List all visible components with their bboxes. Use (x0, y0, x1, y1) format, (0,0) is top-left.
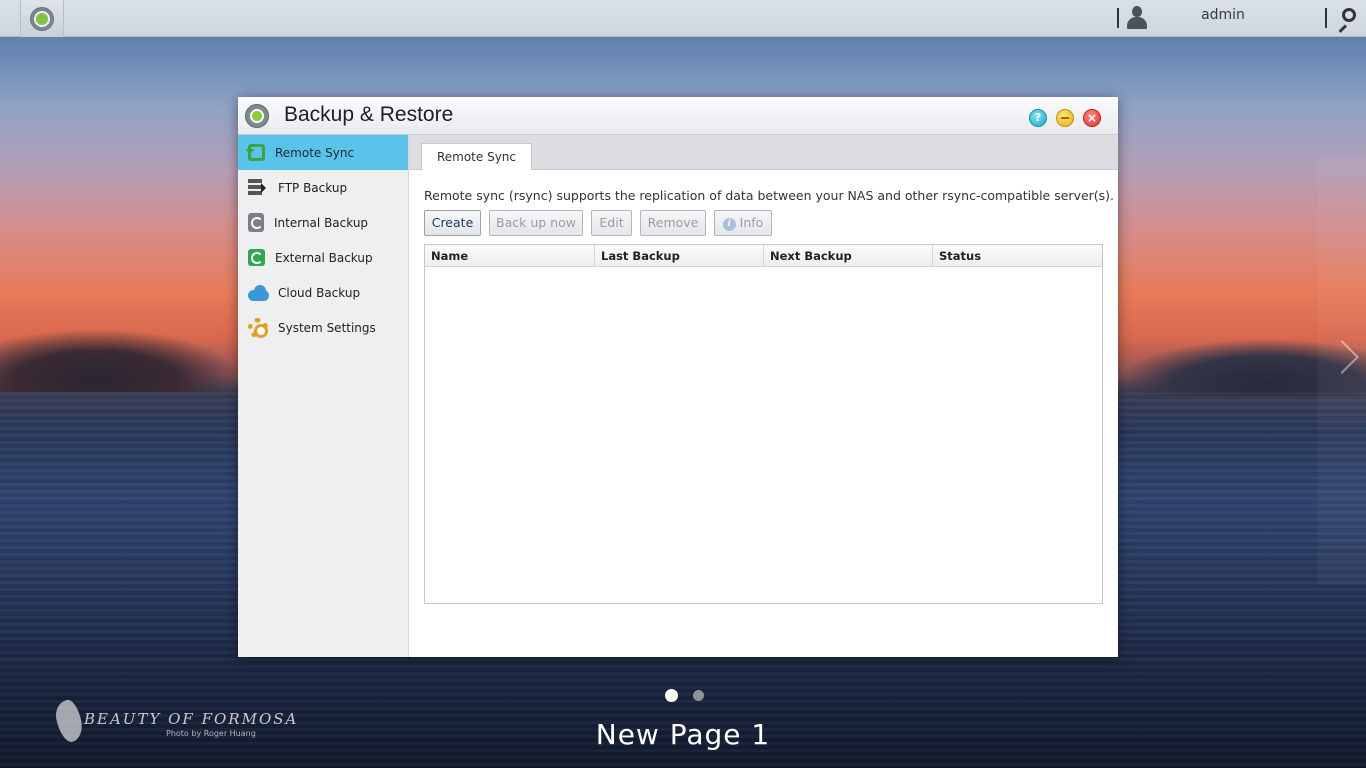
sidebar-item-external-backup[interactable]: External Backup (238, 240, 408, 275)
remote-sync-icon (248, 144, 265, 161)
sidebar-item-label: FTP Backup (278, 180, 348, 195)
divider (1117, 8, 1119, 28)
page-description: Remote sync (rsync) supports the replica… (424, 188, 1115, 203)
create-button[interactable]: Create (424, 210, 481, 236)
sidebar-item-system-settings[interactable]: System Settings (238, 310, 408, 345)
sidebar-item-internal-backup[interactable]: Internal Backup (238, 205, 408, 240)
sidebar-item-label: Internal Backup (274, 215, 369, 230)
info-button[interactable]: i Info (714, 210, 772, 236)
cloud-backup-icon (248, 283, 269, 303)
sidebar: Remote Sync FTP Backup Internal Backup E… (238, 135, 409, 657)
minimize-icon[interactable] (1056, 109, 1074, 127)
backup-restore-window: Backup & Restore ? × Remote Sync FTP Bac… (238, 97, 1118, 657)
ftp-backup-icon (248, 178, 268, 198)
gear-icon (248, 317, 268, 338)
help-icon[interactable]: ? (1029, 109, 1047, 127)
sidebar-item-cloud-backup[interactable]: Cloud Backup (238, 275, 408, 310)
edit-button[interactable]: Edit (591, 210, 632, 236)
next-page-arrow[interactable] (1318, 155, 1366, 585)
divider (1325, 8, 1327, 28)
username-label[interactable]: admin (1180, 7, 1266, 23)
remove-button[interactable]: Remove (640, 210, 706, 236)
tab-remote-sync[interactable]: Remote Sync (421, 143, 532, 170)
info-button-label: Info (739, 215, 764, 230)
info-icon: i (722, 218, 736, 231)
search-icon[interactable] (1336, 8, 1358, 33)
user-icon[interactable] (1126, 6, 1148, 30)
wallpaper-photo-credit: Photo by Roger Huang (166, 729, 256, 738)
top-bar: admin (0, 0, 1366, 37)
page-indicator[interactable] (693, 690, 704, 701)
sidebar-item-label: External Backup (275, 250, 373, 265)
app-logo-icon (245, 104, 269, 128)
close-icon[interactable]: × (1083, 109, 1101, 127)
column-header-next-backup[interactable]: Next Backup (764, 245, 933, 267)
back-up-now-button[interactable]: Back up now (489, 210, 583, 236)
internal-backup-icon (248, 213, 264, 232)
sidebar-item-label: Remote Sync (275, 145, 355, 160)
sidebar-item-remote-sync[interactable]: Remote Sync (238, 135, 408, 170)
table-header: Name Last Backup Next Backup Status (425, 245, 1102, 267)
window-title: Backup & Restore (284, 103, 454, 126)
page-indicator-active[interactable] (665, 689, 678, 702)
tab-strip: Remote Sync (409, 135, 1118, 170)
external-backup-icon (248, 249, 265, 266)
sidebar-item-ftp-backup[interactable]: FTP Backup (238, 170, 408, 205)
sidebar-item-label: Cloud Backup (278, 285, 361, 300)
column-header-last-backup[interactable]: Last Backup (595, 245, 764, 267)
sidebar-item-label: System Settings (278, 320, 376, 335)
column-header-name[interactable]: Name (425, 245, 595, 267)
remote-sync-table[interactable]: Name Last Backup Next Backup Status (424, 244, 1103, 604)
app-logo-icon (30, 6, 54, 31)
wallpaper-watermark-title: BEAUTY OF FORMOSA (84, 710, 299, 728)
main-menu-button[interactable] (20, 0, 64, 37)
desktop-page-title[interactable]: New Page 1 (560, 718, 806, 751)
window-titlebar[interactable]: Backup & Restore ? × (238, 97, 1118, 135)
chevron-right-icon (1325, 340, 1359, 374)
wallpaper-cloud (0, 330, 240, 392)
column-header-status[interactable]: Status (933, 245, 1102, 267)
